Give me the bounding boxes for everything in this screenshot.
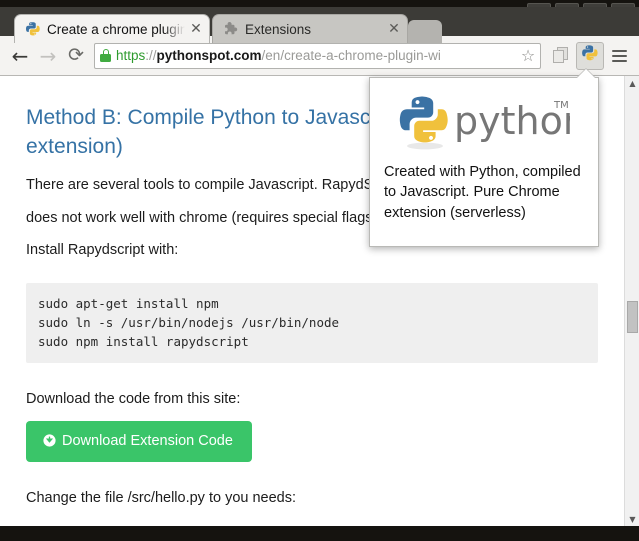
tab-title: Extensions — [245, 21, 312, 37]
python-logo-icon: python TM — [398, 92, 587, 154]
download-circle-arrow-icon — [43, 434, 56, 447]
forward-button[interactable]: → — [34, 42, 62, 70]
address-bar[interactable]: https://pythonspot.com/en/create-a-chrom… — [94, 42, 541, 69]
padlock-icon — [100, 49, 111, 62]
forward-arrow-icon: → — [39, 43, 57, 68]
tab-create-a-chrome-plugin[interactable]: Create a chrome plugin ✕ — [14, 14, 210, 43]
chrome-menu-button[interactable] — [605, 42, 633, 70]
svg-text:TM: TM — [553, 100, 569, 111]
hamburger-menu-icon — [611, 47, 627, 65]
popup-pointer-arrow — [577, 69, 595, 78]
popup-description: Created with Python, compiled to Javascr… — [384, 164, 581, 221]
window-bottom-frame — [0, 526, 639, 541]
url-host: pythonspot.com — [156, 47, 262, 63]
download-extension-code-button[interactable]: Download Extension Code — [26, 420, 252, 463]
scrollbar-thumb[interactable] — [627, 301, 638, 333]
python-icon — [25, 21, 41, 37]
python-extension-popup: python TM Created with Python, compiled … — [369, 77, 599, 247]
change-file-label: Change the file /src/hello.py to you nee… — [26, 490, 297, 507]
url-path: /en/create-a-chrome-plugin-wi — [261, 47, 441, 63]
download-button-label: Download Extension Code — [62, 432, 233, 449]
python-extension-icon — [581, 44, 599, 67]
tab-extensions[interactable]: Extensions ✕ — [212, 14, 408, 43]
code-block-install: sudo apt-get install npm sudo ln -s /usr… — [26, 282, 598, 363]
svg-text:python: python — [454, 99, 570, 143]
extensions-stack-glyph — [552, 47, 570, 64]
bookmark-star-icon[interactable]: ☆ — [518, 44, 538, 68]
scroll-down-arrow-icon[interactable]: ▼ — [625, 512, 639, 526]
vertical-scrollbar[interactable]: ▲ ▼ — [624, 76, 639, 526]
url-separator: :// — [145, 47, 157, 63]
extensions-stack-icon[interactable] — [547, 42, 575, 70]
tab-title: Create a chrome plugin — [47, 21, 185, 37]
tab-close-icon[interactable]: ✕ — [189, 22, 203, 36]
tab-close-icon[interactable]: ✕ — [387, 22, 401, 36]
download-label: Download the code from this site: — [26, 390, 241, 407]
scroll-up-arrow-icon[interactable]: ▲ — [625, 76, 639, 90]
url-text: https://pythonspot.com/en/create-a-chrom… — [116, 44, 518, 68]
browser-window: — ▬ ▢ ✕ Create a chrome plugin — [0, 0, 639, 541]
new-tab-button[interactable] — [408, 20, 442, 43]
back-arrow-icon: ← — [11, 43, 29, 68]
puzzle-piece-icon — [223, 21, 239, 37]
python-extension-button[interactable] — [576, 41, 604, 70]
reload-button[interactable]: ⟳ — [62, 42, 90, 70]
back-button[interactable]: ← — [6, 42, 34, 70]
url-scheme: https — [116, 47, 146, 63]
reload-icon: ⟳ — [68, 44, 84, 66]
